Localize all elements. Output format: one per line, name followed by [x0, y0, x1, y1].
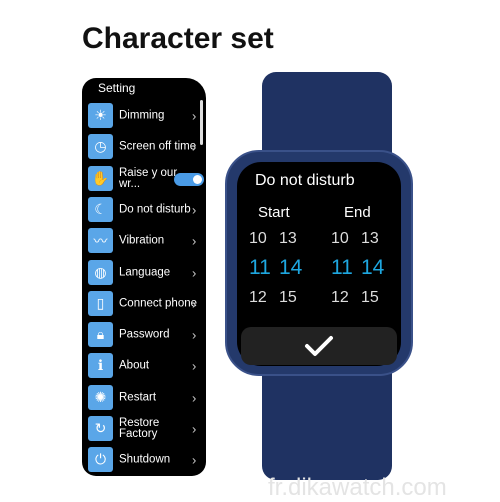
globe-icon: ◍: [88, 259, 113, 285]
end-time-option[interactable]: 15: [361, 289, 379, 307]
end-time-option[interactable]: 12: [331, 289, 349, 307]
settings-item-label: Language: [119, 266, 171, 278]
chevron-right-icon: ›: [192, 452, 197, 468]
watch-screen: Do not disturb Start End 10 13 11 14 12 15 10 1…: [237, 162, 401, 366]
start-time-option[interactable]: 12: [249, 289, 267, 307]
settings-item-screen-off-time[interactable]: ◷ Screen off time ›: [88, 132, 200, 162]
settings-item-label: Connect phone: [119, 297, 198, 310]
connect-phone-icon: ▯: [88, 290, 113, 316]
settings-item-shutdown[interactable]: ⏻ Shutdown ›: [88, 445, 200, 475]
watermark: fr.dikawatch.com: [268, 474, 447, 501]
checkmark-icon: [305, 336, 333, 356]
settings-item-label: Vibration: [119, 234, 165, 247]
chevron-right-icon: ›: [192, 327, 197, 343]
wrist-icon: ✋: [88, 165, 113, 191]
scrollbar[interactable]: [200, 100, 203, 145]
chevron-right-icon: ›: [192, 202, 197, 218]
start-label: Start: [258, 204, 290, 221]
info-icon: ℹ: [88, 353, 113, 379]
settings-item-label: Shutdown: [119, 453, 171, 466]
restart-icon: ✺: [88, 384, 113, 410]
end-time-option[interactable]: 11: [331, 256, 353, 280]
settings-item-do-not-disturb[interactable]: ☾ Do not disturb ›: [88, 195, 200, 225]
watch-band-top: [262, 72, 392, 162]
settings-item-restart[interactable]: ✺ Restart ›: [88, 383, 200, 413]
settings-item-language[interactable]: ◍ Language ›: [88, 258, 200, 288]
start-time-option[interactable]: 13: [279, 230, 297, 248]
confirm-button[interactable]: [241, 327, 397, 365]
settings-item-raise-y-our-wr[interactable]: ✋ Raise y our wr...: [88, 164, 204, 194]
chevron-right-icon: ›: [192, 233, 197, 249]
settings-item-dimming[interactable]: ☀ Dimming ›: [88, 101, 200, 131]
end-time-option[interactable]: 13: [361, 230, 379, 248]
end-time-option[interactable]: 10: [331, 230, 349, 248]
toggle-switch[interactable]: [174, 172, 204, 186]
settings-item-password[interactable]: 🔒︎ Password ›: [88, 320, 200, 350]
start-time-option[interactable]: 14: [279, 256, 302, 280]
clock-icon: ◷: [88, 134, 113, 160]
settings-item-vibration[interactable]: 〰 Vibration ›: [88, 226, 200, 256]
power-icon: ⏻: [88, 447, 113, 473]
settings-item-label: Password: [119, 328, 170, 341]
chevron-right-icon: ›: [192, 108, 197, 124]
chevron-right-icon: ›: [192, 296, 197, 312]
watch-band-bottom: [262, 365, 392, 480]
chevron-right-icon: ›: [192, 139, 197, 155]
page-title: Character set: [82, 22, 274, 55]
settings-item-connect-phone[interactable]: ▯ Connect phone ›: [88, 289, 200, 319]
brightness-icon: ☀: [88, 103, 113, 128]
dnd-title: Do not disturb: [255, 172, 355, 189]
settings-screen: Setting ☀ Dimming › ◷ Screen off time › ✋ Ra…: [82, 78, 206, 476]
end-label: End: [344, 204, 371, 221]
settings-item-label: Dimming: [119, 109, 165, 122]
chevron-right-icon: ›: [192, 265, 197, 280]
start-time-option[interactable]: 10: [249, 230, 267, 248]
settings-item-label: Restart: [119, 391, 157, 404]
settings-item-label: Restore Factory: [119, 417, 160, 440]
chevron-right-icon: ›: [192, 421, 197, 437]
settings-item-label: Screen off time: [119, 140, 197, 153]
lock-icon: 🔒︎: [88, 322, 113, 348]
settings-item-about[interactable]: ℹ About ›: [88, 351, 200, 381]
chevron-right-icon: ›: [192, 358, 197, 374]
start-time-option[interactable]: 11: [249, 256, 271, 280]
settings-item-label: About: [119, 359, 150, 372]
end-time-option[interactable]: 14: [361, 256, 384, 280]
settings-header: Setting: [98, 81, 136, 95]
start-time-option[interactable]: 15: [279, 289, 297, 307]
settings-item-label: Do not disturb: [119, 203, 191, 216]
chevron-right-icon: ›: [192, 390, 197, 406]
moon-icon: ☾: [88, 196, 113, 222]
restore-icon: ↻: [88, 416, 113, 441]
vibration-icon: 〰: [88, 228, 113, 254]
settings-item-restore-factory[interactable]: ↻ Restore Factory ›: [88, 414, 200, 444]
